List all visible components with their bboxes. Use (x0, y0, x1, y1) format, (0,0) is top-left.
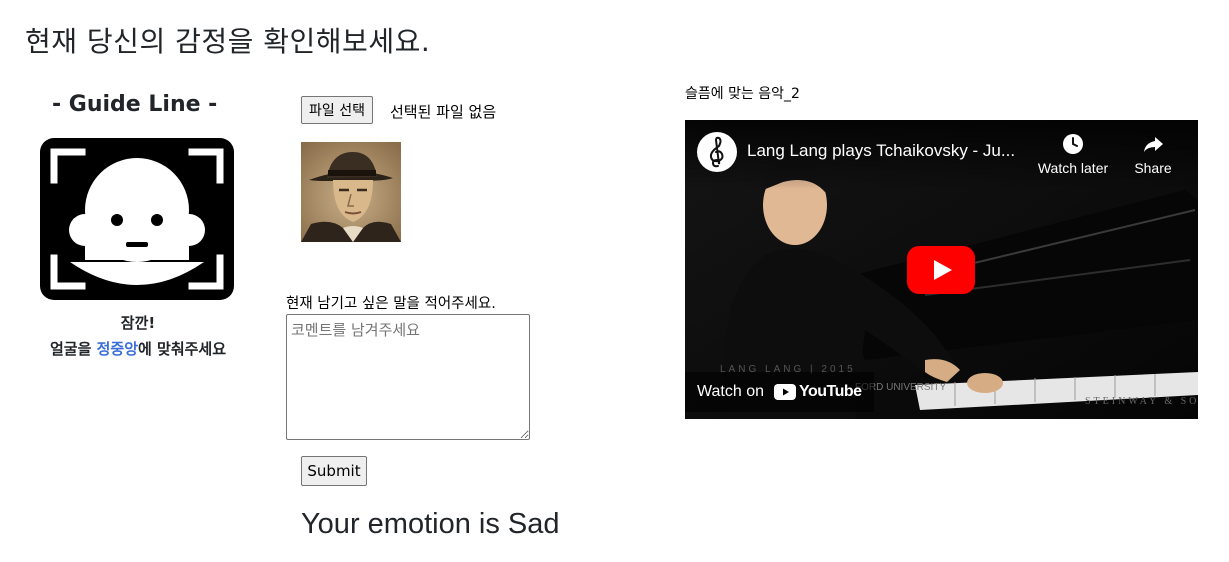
submit-button[interactable]: Submit (301, 456, 367, 486)
guide-caption-accent: 정중앙 (96, 340, 138, 358)
share-label: Share (1134, 160, 1172, 176)
guide-title: - Guide Line - (52, 92, 218, 117)
share-button[interactable]: Share (1113, 132, 1193, 176)
guide-caption-suffix: 에 맞춰주세요 (138, 340, 227, 358)
share-icon (1144, 137, 1163, 152)
uploaded-photo (301, 142, 401, 242)
treble-clef-icon (709, 136, 724, 168)
guide-caption-center-face: 얼굴을 정중앙에 맞춰주세요 (22, 338, 254, 359)
clock-icon (1063, 134, 1083, 154)
video-title[interactable]: Lang Lang plays Tchaikovsky - Ju... (747, 141, 1027, 161)
comment-textarea[interactable] (286, 314, 530, 440)
youtube-logo: YouTube (774, 383, 862, 401)
music-label: 슬픔에 맞는 음악_2 (685, 86, 800, 102)
channel-avatar[interactable] (697, 132, 737, 172)
face-guide-icon (40, 138, 234, 300)
guide-caption-wait: 잠깐! (120, 314, 156, 332)
watch-later-label: Watch later (1037, 160, 1109, 176)
watch-on-youtube-button[interactable]: Watch on YouTube (685, 372, 874, 412)
youtube-play-icon (774, 384, 796, 400)
choose-file-button[interactable]: 파일 선택 (301, 96, 373, 124)
watch-later-button[interactable]: Watch later (1033, 132, 1113, 176)
comment-label: 현재 남기고 싶은 말을 적어주세요. (286, 296, 496, 312)
svg-text:STEINWAY & SONS: STEINWAY & SONS (1085, 396, 1198, 407)
youtube-wordmark: YouTube (799, 383, 862, 400)
watch-on-label: Watch on (697, 383, 764, 400)
file-status-text: 선택된 파일 없음 (390, 103, 497, 121)
guide-caption-prefix: 얼굴을 (49, 340, 97, 358)
page-title: 현재 당신의 감정을 확인해보세요. (25, 25, 431, 58)
emotion-result: Your emotion is Sad (301, 508, 560, 540)
youtube-video-embed[interactable]: LANG LANG | 2015 FORD UNIVERSITY STEINWA… (685, 120, 1198, 419)
play-icon[interactable] (907, 246, 975, 294)
